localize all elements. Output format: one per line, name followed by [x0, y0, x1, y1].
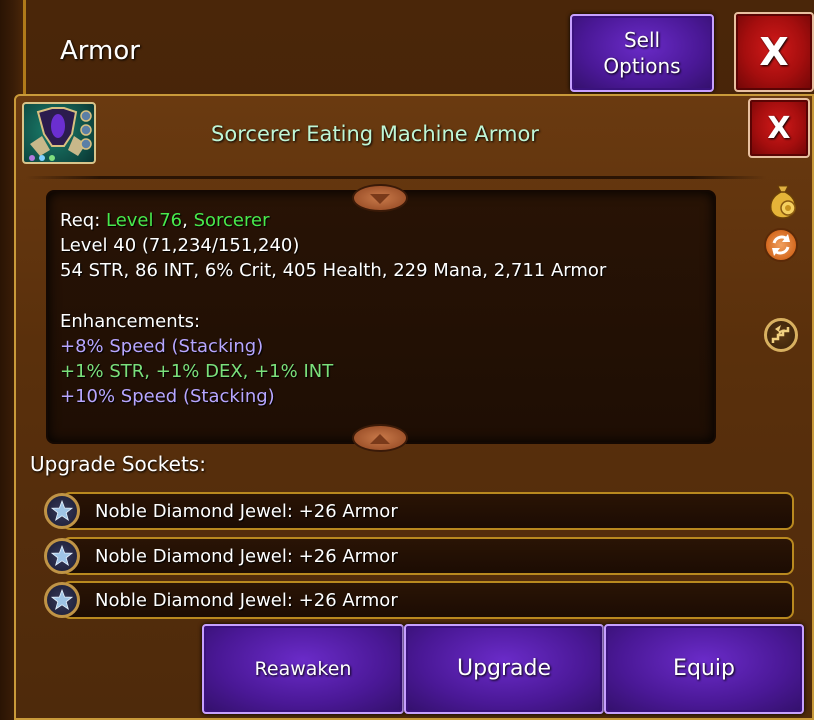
reawaken-label: Reawaken — [254, 658, 352, 680]
reawaken-button[interactable]: Reawaken — [202, 624, 404, 714]
equip-label: Equip — [673, 656, 735, 681]
enhancement-3: +10% Speed (Stacking) — [60, 386, 275, 407]
armor-icon — [29, 107, 92, 161]
refresh-glyph — [772, 234, 790, 256]
sell-options-button[interactable]: Sell Options — [570, 14, 714, 92]
divider — [26, 176, 766, 179]
socket-gem — [44, 582, 80, 618]
socket-label: Noble Diamond Jewel: +26 Armor — [95, 546, 398, 567]
upgrade-button[interactable]: Upgrade — [404, 624, 604, 714]
lightning-stairs-icon[interactable] — [764, 318, 798, 352]
req-class: Sorcerer — [193, 210, 270, 231]
item-name: Sorcerer Eating Machine Armor — [211, 122, 539, 146]
req-label: Req: — [60, 210, 106, 231]
enhancement-2: +1% STR, +1% DEX, +1% INT — [60, 361, 334, 382]
equip-button[interactable]: Equip — [604, 624, 804, 714]
socket-gem — [44, 538, 80, 574]
enhancements-label: Enhancements: — [60, 311, 201, 332]
scroll-up-knob[interactable] — [352, 184, 408, 212]
socket-label: Noble Diamond Jewel: +26 Armor — [95, 501, 398, 522]
lightning-stairs-glyph — [771, 325, 790, 343]
upgrade-sockets-title: Upgrade Sockets: — [30, 452, 206, 476]
item-icon — [22, 102, 96, 164]
socket-label: Noble Diamond Jewel: +26 Armor — [95, 590, 398, 611]
close-icon: X — [767, 110, 791, 146]
chevron-down-icon — [370, 194, 390, 204]
star-icon — [50, 544, 74, 566]
close-screen-button[interactable]: X — [734, 12, 814, 92]
requirement-line: Req: Level 76, Sorcerer — [60, 210, 269, 231]
upgrade-label: Upgrade — [456, 656, 552, 681]
enhancement-1: +8% Speed (Stacking) — [60, 336, 264, 357]
socket-gem — [44, 493, 80, 529]
money-bag-icon[interactable] — [766, 182, 800, 219]
req-separator: , — [182, 210, 194, 231]
chevron-up-icon — [370, 434, 390, 444]
close-item-button[interactable]: X — [748, 98, 810, 158]
close-icon: X — [759, 30, 789, 74]
money-bag-glyph — [769, 185, 797, 219]
scroll-down-knob[interactable] — [352, 424, 408, 452]
attributes-line: 54 STR, 86 INT, 6% Crit, 405 Health, 229… — [60, 260, 607, 281]
level-line: Level 40 (71,234/151,240) — [60, 235, 300, 256]
refresh-icon[interactable] — [764, 228, 798, 262]
star-icon — [50, 588, 74, 610]
sell-options-label: Sell Options — [603, 28, 681, 78]
req-level: Level 76 — [105, 210, 183, 231]
star-icon — [50, 499, 74, 521]
page-title: Armor — [60, 36, 140, 66]
